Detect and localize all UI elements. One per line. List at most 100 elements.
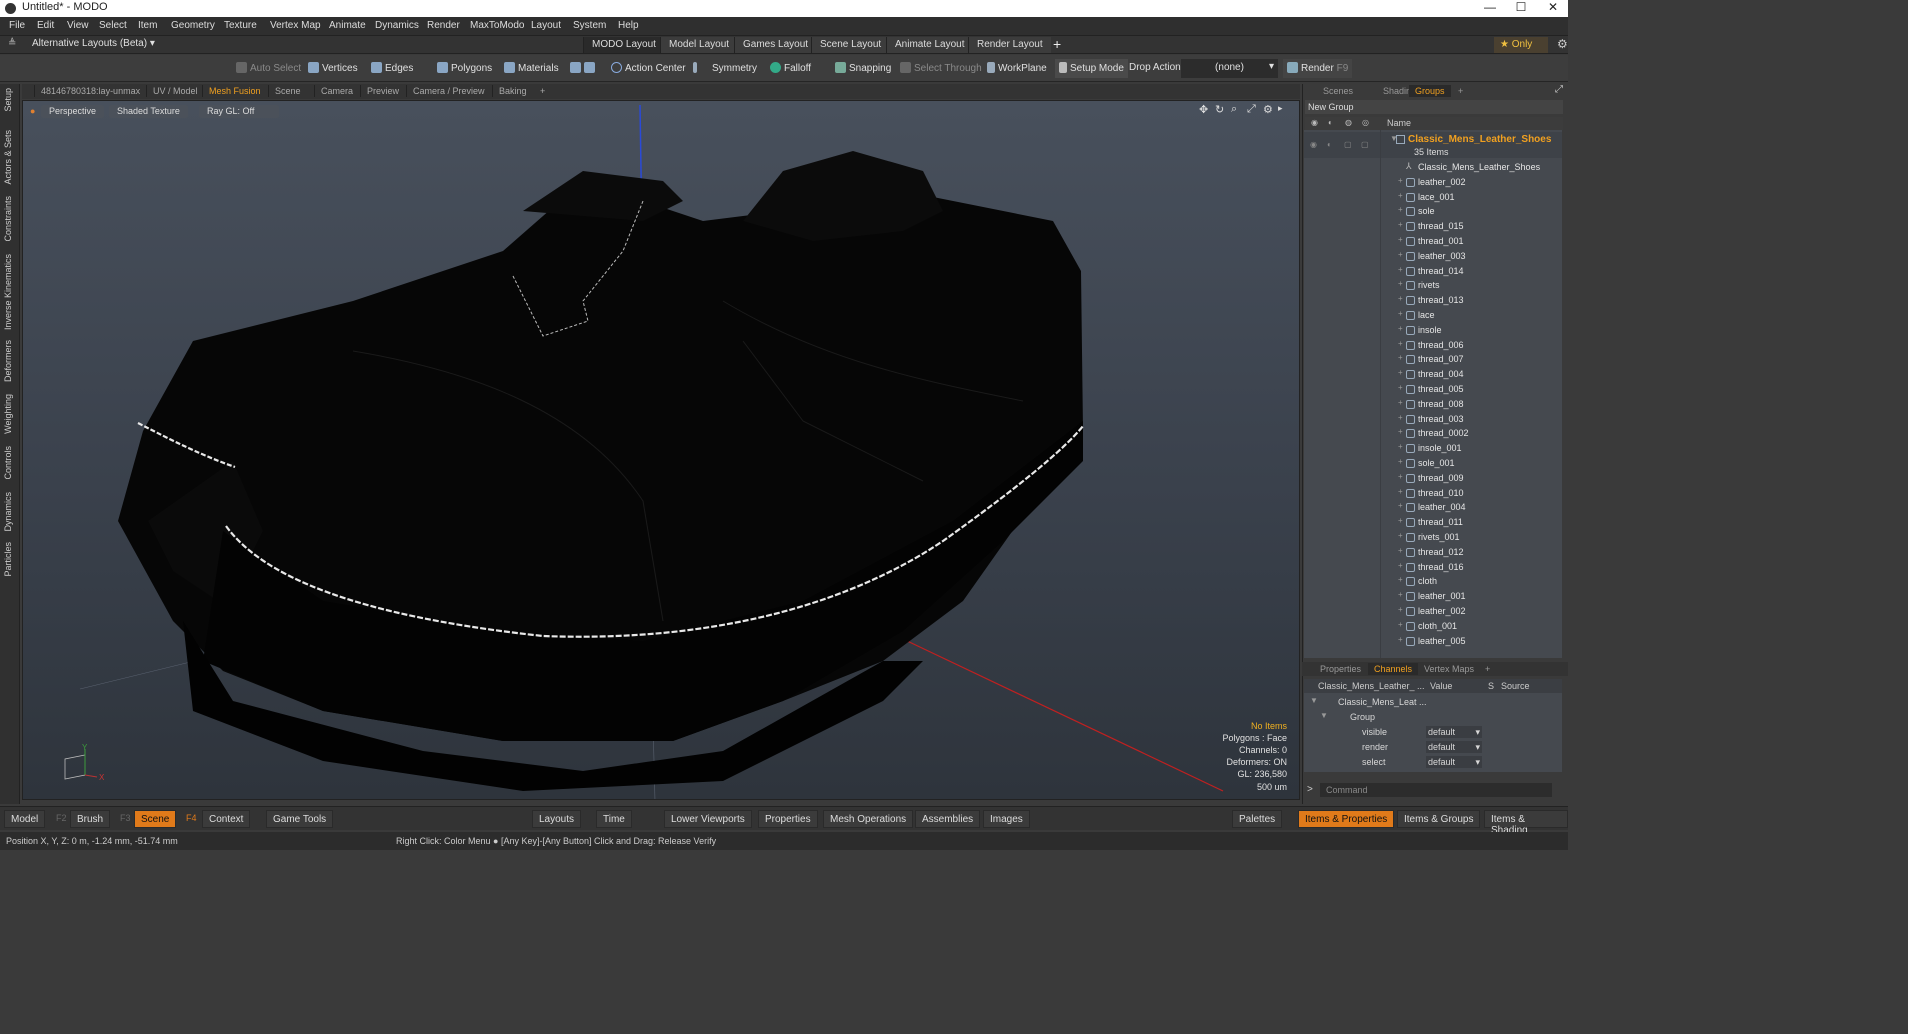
group-item-row[interactable]: + thread_008 [1304,397,1562,412]
group-item-row[interactable]: + thread_011 [1304,515,1562,530]
menu-item[interactable]: Item [138,20,157,31]
group-item-row[interactable]: + thread_010 [1304,486,1562,501]
scene-tab-button[interactable]: Scene [134,810,177,828]
expand-toggle-icon[interactable]: + [1398,620,1403,629]
side-tab-particles[interactable]: Particles [3,542,13,577]
group-item-row[interactable]: + sole [1304,204,1562,219]
expand-toggle-icon[interactable]: + [1398,205,1403,214]
menu-geometry[interactable]: Geometry [171,20,215,31]
expand-toggle-icon[interactable]: + [1398,546,1403,555]
snapping-button[interactable]: Snapping [831,59,895,78]
zoom-icon[interactable]: ⌕ [1231,103,1237,116]
expand-toggle-icon[interactable]: + [1398,575,1403,584]
layouts-button[interactable]: Layouts [532,810,582,828]
viewport-menu-icon[interactable]: ● [30,106,35,116]
maximize-button[interactable]: ☐ [1506,0,1536,17]
group-item-row[interactable]: + leather_005 [1304,634,1562,649]
expand-toggle-icon[interactable]: + [1398,457,1403,466]
expand-toggle-icon[interactable]: + [1398,501,1403,510]
expand-toggle-icon[interactable]: + [1398,605,1403,614]
visible-value-select[interactable]: default ▾ [1426,726,1482,738]
group-item-row[interactable]: + thread_005 [1304,382,1562,397]
group-item-row[interactable]: + insole [1304,323,1562,338]
tab-groups[interactable]: Groups [1409,85,1451,97]
expand-toggle-icon[interactable]: + [1398,442,1403,451]
maximize-viewport-icon[interactable]: ⤢ [1247,103,1256,116]
group-item-row[interactable]: + cloth [1304,574,1562,589]
tab-games-layout[interactable]: Games Layout [734,37,817,53]
action-center-button[interactable]: Action Center [607,59,690,78]
expand-toggle-icon[interactable]: + [1398,191,1403,200]
group-item-row[interactable]: + lace [1304,308,1562,323]
rotate-icon[interactable]: ↻ [1215,103,1224,116]
expand-toggle-icon[interactable]: + [1398,413,1403,422]
menu-view[interactable]: View [67,20,89,31]
group-item-row[interactable]: + thread_004 [1304,367,1562,382]
tab-model-layout[interactable]: Model Layout [660,37,738,53]
channel-row-render[interactable]: render default ▾ [1306,740,1562,754]
expand-toggle-icon[interactable]: + [1398,339,1403,348]
select-toggle-icon[interactable]: ▢ [1361,140,1369,149]
expand-toggle-icon[interactable]: + [1398,383,1403,392]
render-toggle-icon[interactable]: ◐ [1327,140,1332,149]
add-layout-button[interactable]: + [1053,36,1061,52]
items-groups-button[interactable]: Items & Groups [1397,810,1481,828]
pan-icon[interactable]: ✥ [1199,103,1208,116]
side-tab-dynamics[interactable]: Dynamics [3,492,13,532]
menu-file[interactable]: File [9,20,25,31]
brush-tab-button[interactable]: Brush [70,810,111,828]
group-item-row[interactable]: + rivets_001 [1304,530,1562,545]
group-item-row[interactable]: + leather_003 [1304,249,1562,264]
tab-modo-layout[interactable]: MODO Layout [583,37,664,53]
play-icon[interactable]: ▸ [1278,103,1283,114]
polygons-button[interactable]: Polygons [433,59,496,78]
group-item-row[interactable]: + thread_014 [1304,264,1562,279]
menu-edit[interactable]: Edit [37,20,54,31]
only-toggle[interactable]: ★ Only [1494,37,1548,53]
lock-toggle-icon[interactable]: ▢ [1344,140,1352,149]
images-button[interactable]: Images [983,810,1030,828]
gear-icon[interactable]: ⚙ [1557,37,1568,51]
groups-list[interactable]: ▼ Classic_Mens_Leather_Shoes 35 Items ◉ … [1304,130,1562,658]
channels-list[interactable]: Classic_Mens_Leather_ ... Value S Source… [1304,679,1562,772]
expand-toggle-icon[interactable]: + [1398,250,1403,259]
expand-toggle-icon[interactable]: + [1398,279,1403,288]
perspective-button[interactable]: Perspective [41,105,105,118]
menu-animate[interactable]: Animate [329,20,366,31]
tab-lay-unmax[interactable]: 48146780318:lay-unmax [34,85,146,97]
add-tab-button[interactable]: + [534,85,551,97]
side-tab-inverse-kinematics[interactable]: Inverse Kinematics [3,254,13,330]
select-mode-button[interactable] [566,59,602,78]
menu-select[interactable]: Select [99,20,127,31]
expand-toggle-icon[interactable]: + [1398,531,1403,540]
items-shading-button[interactable]: Items & Shading [1484,810,1568,836]
group-item-row[interactable]: + lace_001 [1304,190,1562,205]
palettes-button[interactable]: Palettes [1232,810,1283,828]
expand-toggle-icon[interactable]: + [1398,590,1403,599]
expand-panel-icon[interactable]: ⤢ [1555,84,1563,95]
model-tab-button[interactable]: Model [4,810,46,828]
render-column-icon[interactable]: ◐ [1328,118,1333,127]
group-item-row[interactable]: + thread_006 [1304,338,1562,353]
tab-uv-model[interactable]: UV / Model [146,85,204,97]
expand-toggle-icon[interactable]: + [1398,176,1403,185]
expand-toggle-icon[interactable]: + [1398,265,1403,274]
expand-toggle-icon[interactable]: + [1398,561,1403,570]
tab-scene-layout[interactable]: Scene Layout [811,37,890,53]
side-tab-actors-sets[interactable]: Actors & Sets [3,130,13,185]
raygl-button[interactable]: Ray GL: Off [199,105,279,118]
side-tab-setup[interactable]: Setup [3,88,13,112]
group-item-row[interactable]: + thread_012 [1304,545,1562,560]
select-through-button[interactable]: Select Through [896,59,986,78]
tab-channels[interactable]: Channels [1368,663,1419,675]
side-tab-deformers[interactable]: Deformers [3,340,13,382]
group-item-row[interactable]: + insole_001 [1304,441,1562,456]
tab-vertex-maps[interactable]: Vertex Maps [1418,663,1480,675]
game-tools-tab-button[interactable]: Game Tools [266,810,334,828]
menu-render[interactable]: Render [427,20,460,31]
channel-row-visible[interactable]: visible default ▾ [1306,725,1562,739]
minimize-button[interactable]: — [1475,0,1505,17]
expand-toggle-icon[interactable]: + [1398,220,1403,229]
group-item-row[interactable]: ⅄ Classic_Mens_Leather_Shoes [1304,160,1562,175]
render-button[interactable]: Render F9 [1283,59,1353,78]
